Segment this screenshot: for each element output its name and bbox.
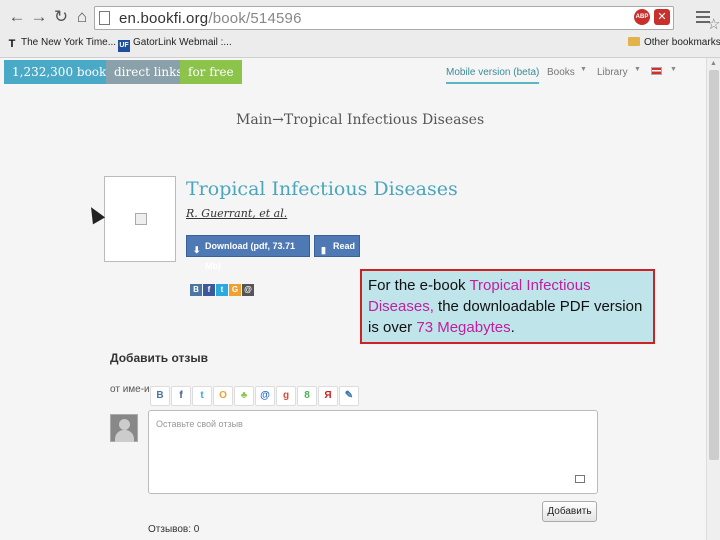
bookmark-nyt[interactable]: T The New York Time... (6, 37, 116, 50)
email-icon[interactable]: @ (242, 284, 254, 296)
nyt-icon: T (8, 38, 16, 50)
social-login-icons: Bf t O ♣ @ g 8 Я ✎ (150, 385, 360, 406)
page-content: 1,232,300 books direct links for free Mo… (0, 58, 706, 540)
twitter-icon[interactable]: t (216, 284, 228, 296)
flag-icon[interactable] (651, 67, 662, 75)
annotation-callout: For the e-book Tropical Infectious Disea… (360, 269, 655, 344)
read-button[interactable]: ▮ Read (314, 235, 360, 257)
avatar (110, 414, 138, 442)
submit-review-button[interactable]: Добавить (542, 501, 597, 522)
book-title[interactable]: Tropical Infectious Diseases (186, 178, 458, 200)
adblock-icon[interactable]: ABP (634, 9, 650, 25)
scrollbar[interactable]: ▲ (706, 58, 720, 540)
twitter-login-icon[interactable]: t (192, 386, 212, 406)
review-input[interactable]: Оставьте свой отзыв (148, 410, 598, 494)
back-icon[interactable]: ← (6, 6, 28, 28)
scroll-thumb[interactable] (709, 70, 719, 460)
add-review-heading: Добавить отзыв (110, 351, 208, 365)
odnoklassniki-login-icon[interactable]: O (213, 386, 233, 406)
odnoklassniki-icon[interactable]: G (229, 284, 241, 296)
review-placeholder: Оставьте свой отзыв (156, 419, 243, 429)
facebook-icon[interactable]: f (203, 284, 215, 296)
book-cover[interactable] (104, 176, 176, 262)
nav-books[interactable]: Books (547, 67, 575, 78)
reload-icon[interactable]: ↻ (50, 6, 72, 28)
image-icon[interactable] (575, 475, 585, 483)
mailru-login-icon[interactable]: @ (255, 386, 275, 406)
vk-login-icon[interactable]: B (150, 386, 170, 406)
bookmark-gatorlink[interactable]: UF GatorLink Webmail :... (118, 37, 232, 52)
uf-icon: UF (118, 40, 130, 52)
download-button[interactable]: ⬇ Download (pdf, 73.71 Mb) (186, 235, 310, 271)
chevron-down-icon[interactable]: ▼ (634, 66, 641, 73)
yandex-login-icon[interactable]: Я (318, 386, 338, 406)
book-author[interactable]: R. Guerrant, et al. (186, 207, 287, 220)
tab-for-free[interactable]: for free (180, 60, 242, 84)
nav-mobile-version[interactable]: Mobile version (beta) (446, 67, 540, 84)
login-as-label: от име-и (110, 384, 150, 395)
folder-icon (628, 37, 640, 46)
chevron-down-icon[interactable]: ▼ (580, 66, 587, 73)
facebook-login-icon[interactable]: f (171, 386, 191, 406)
address-bar[interactable]: en.bookfi.org/book/514596 ☆ (94, 6, 720, 33)
home-icon[interactable]: ⌂ (71, 6, 93, 28)
url-text[interactable]: en.bookfi.org/book/514596 (119, 10, 302, 27)
broken-image-icon (135, 213, 147, 225)
download-icon: ⬇ (193, 245, 201, 255)
review-count: Отзывов: 0 (148, 524, 200, 535)
other-bookmarks[interactable]: Other bookmarks (628, 37, 720, 48)
mouse-cursor-icon (84, 203, 106, 225)
extension-icon[interactable]: ✕ (654, 9, 670, 25)
tab-books-count[interactable]: 1,232,300 books (4, 60, 121, 84)
openid-login-icon[interactable]: 8 (297, 386, 317, 406)
moimir-login-icon[interactable]: ♣ (234, 386, 254, 406)
livejournal-login-icon[interactable]: ✎ (339, 386, 359, 406)
menu-icon[interactable] (696, 11, 710, 26)
share-icons: Bf t G @ (190, 279, 255, 297)
forward-icon[interactable]: → (28, 6, 50, 28)
google-login-icon[interactable]: g (276, 386, 296, 406)
tab-direct-links[interactable]: direct links (106, 60, 191, 84)
book-icon: ▮ (321, 245, 326, 255)
breadcrumb: Main→Tropical Infectious Diseases (236, 112, 485, 128)
vk-icon[interactable]: B (190, 284, 202, 296)
page-icon (99, 11, 110, 25)
nav-library[interactable]: Library (597, 67, 628, 78)
chevron-down-icon[interactable]: ▼ (670, 66, 677, 73)
scroll-up-icon[interactable]: ▲ (710, 60, 717, 67)
browser-chrome: ← → ↻ ⌂ en.bookfi.org/book/514596 ☆ ABP … (0, 0, 720, 58)
